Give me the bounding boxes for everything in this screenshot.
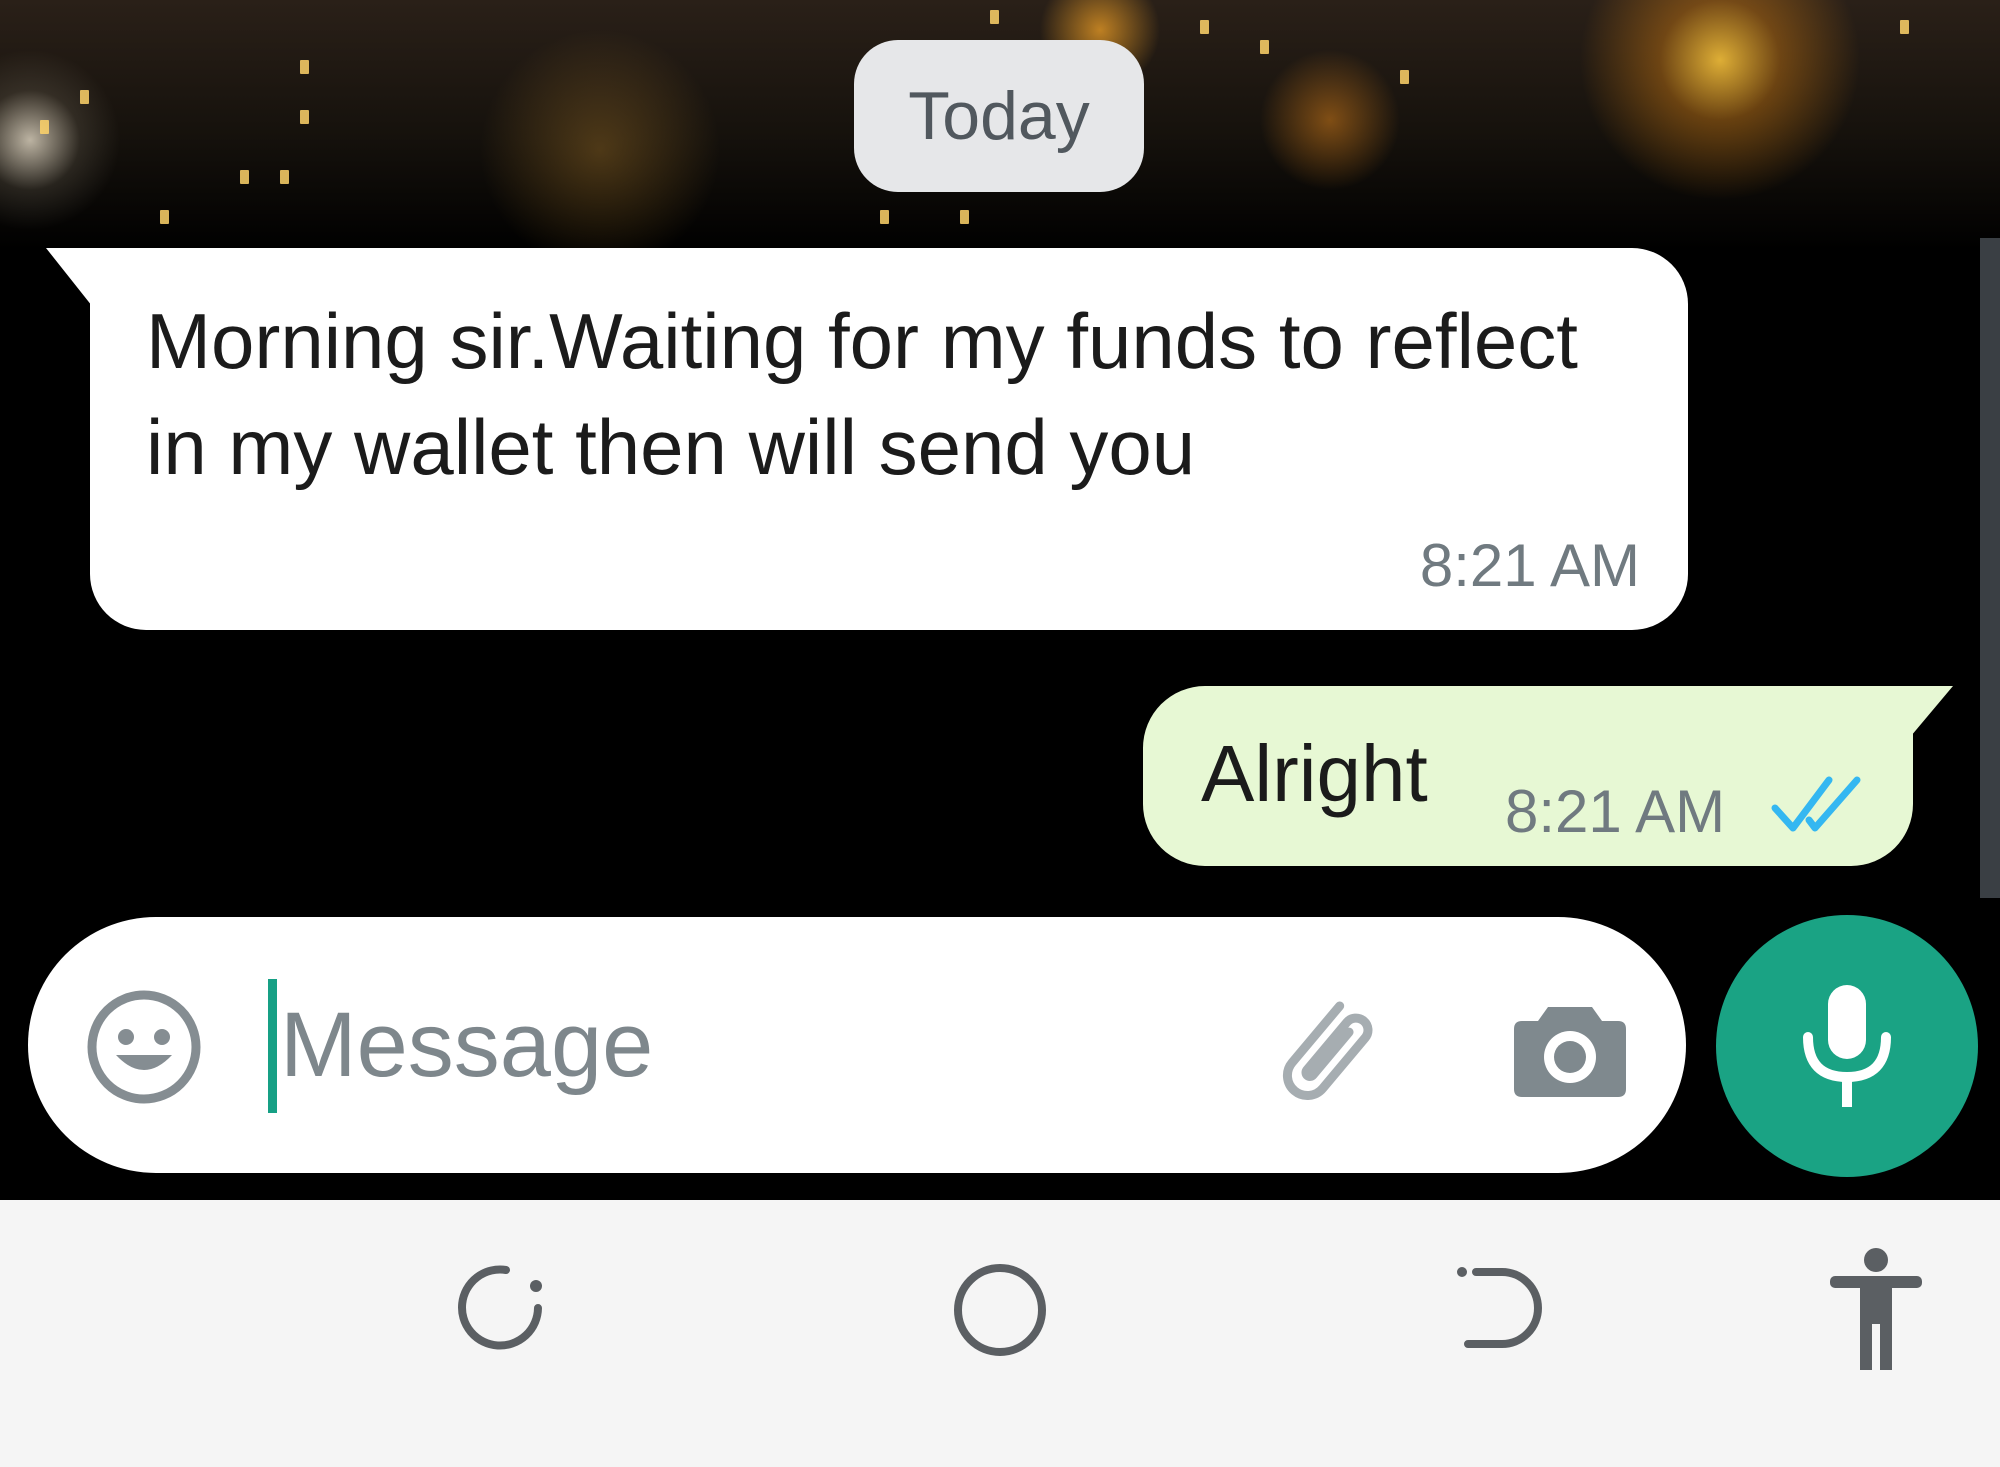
message-timestamp: 8:21 AM [1505,778,1726,845]
bubble-tail [1911,686,1953,736]
paperclip-icon[interactable] [1264,987,1392,1115]
system-navigation-bar [0,1200,2000,1467]
voice-record-button[interactable] [1716,915,1978,1177]
message-composer [28,917,1686,1173]
double-check-icon [1771,776,1861,832]
camera-icon[interactable] [1508,987,1632,1111]
accessibility-icon[interactable] [1826,1246,1926,1376]
message-timestamp: 8:21 AM [1419,532,1640,599]
back-icon[interactable] [1450,1260,1550,1360]
message-text: Alright [1201,729,1428,818]
microphone-icon [1803,985,1891,1107]
message-bubble-incoming[interactable]: Morning sir.Waiting for my funds to refl… [46,248,1688,630]
message-input[interactable] [270,965,1260,1125]
scrollbar[interactable] [1980,238,2000,898]
bubble-tail [46,248,92,306]
date-chip: Today [854,40,1144,192]
smiley-icon[interactable] [84,987,204,1107]
message-text: Morning sir.Waiting for my funds to refl… [146,297,1578,491]
message-bubble-outgoing[interactable]: Alright 8:21 AM [1143,686,1953,866]
recent-apps-icon[interactable] [450,1260,550,1360]
home-icon[interactable] [950,1260,1050,1360]
